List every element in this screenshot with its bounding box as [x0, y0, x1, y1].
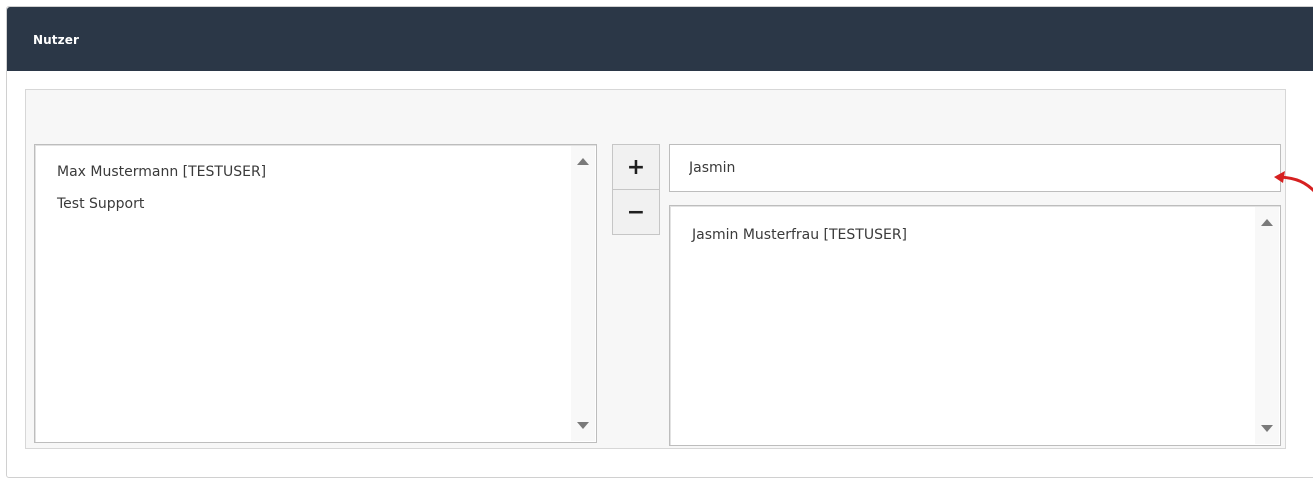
- available-users-items: Max Mustermann [TESTUSER] Test Support: [57, 156, 566, 220]
- list-item[interactable]: Jasmin Musterfrau [TESTUSER]: [692, 219, 1250, 251]
- add-user-button[interactable]: +: [612, 144, 660, 190]
- curved-arrow-icon: [1274, 171, 1313, 193]
- list-item[interactable]: Max Mustermann [TESTUSER]: [57, 156, 566, 188]
- available-users-list[interactable]: Max Mustermann [TESTUSER] Test Support: [34, 144, 597, 443]
- search-results-scrollbar[interactable]: [1255, 207, 1279, 444]
- list-item[interactable]: Test Support: [57, 188, 566, 220]
- panel-header: Nutzer: [7, 7, 1313, 71]
- panel-title: Nutzer: [33, 33, 79, 47]
- scroll-up-arrow-icon[interactable]: [577, 158, 589, 165]
- remove-user-button[interactable]: −: [612, 189, 660, 235]
- scroll-up-arrow-icon[interactable]: [1261, 219, 1273, 226]
- search-results-items: Jasmin Musterfrau [TESTUSER]: [692, 219, 1250, 251]
- available-users-scrollbar[interactable]: [571, 146, 595, 441]
- user-search-input[interactable]: [669, 144, 1281, 192]
- search-results-list[interactable]: Jasmin Musterfrau [TESTUSER]: [669, 205, 1281, 446]
- scroll-down-arrow-icon[interactable]: [1261, 425, 1273, 432]
- scroll-down-arrow-icon[interactable]: [577, 422, 589, 429]
